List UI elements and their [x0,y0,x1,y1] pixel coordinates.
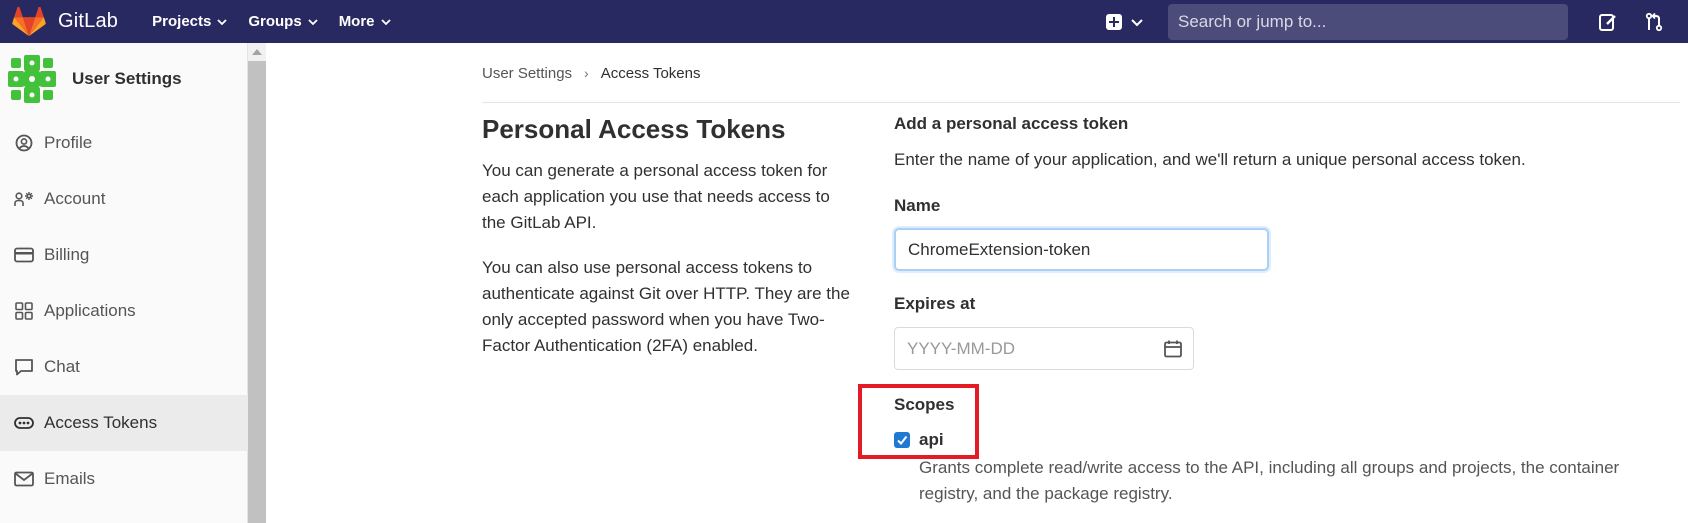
applications-icon [14,301,34,321]
scopes-label: Scopes [894,395,955,414]
calendar-icon[interactable] [1163,339,1183,359]
sidebar-header[interactable]: User Settings [0,43,247,115]
token-name-input[interactable] [894,228,1269,271]
sidebar-item-label: Applications [44,301,136,320]
mail-icon [14,469,34,489]
sidebar-item-account[interactable]: Account [0,171,248,227]
nav-groups-dropdown[interactable]: Groups [238,0,328,43]
expires-at-input[interactable] [895,328,1145,369]
chat-icon [14,357,34,377]
sidebar-item-label: Emails [44,469,96,488]
checkmark-icon [897,435,908,446]
sidebar-item-label: Chat [44,357,80,376]
sidebar-item-emails[interactable]: Emails [0,451,248,507]
top-navbar: GitLab Projects Groups More [0,0,1688,43]
brand-name: GitLab [58,10,119,32]
chevron-down-icon [1131,18,1143,26]
sidebar-item-label: Billing [44,245,90,264]
nav-more-label: More [338,13,375,30]
chevron-down-icon [308,18,318,25]
breadcrumb-parent-link[interactable]: User Settings [482,65,572,82]
new-item-dropdown[interactable] [1094,0,1156,43]
sidebar-item-profile[interactable]: Profile [0,115,248,171]
user-avatar-icon [8,55,56,103]
page-title: Personal Access Tokens [482,114,786,144]
profile-icon [14,133,34,153]
chevron-down-icon [380,18,391,25]
sidebar-item-chat[interactable]: Chat [0,339,248,395]
intro-text: You can generate a personal access token… [482,158,858,359]
header-divider [482,102,1680,103]
sidebar-item-label: Account [44,189,106,208]
sidebar-item-label: Access Tokens [44,413,158,432]
gitlab-home-link[interactable]: GitLab [12,0,118,43]
chevron-down-icon [217,18,227,25]
nav-more-dropdown[interactable]: More [329,0,402,43]
gitlab-logo-icon [12,6,46,36]
api-scope-checkbox[interactable] [894,432,910,448]
expires-at-field [894,327,1194,370]
search-input[interactable] [1168,3,1568,40]
plus-square-icon [1106,13,1122,30]
form-section-title: Add a personal access token [894,114,1129,133]
nav-projects-label: Projects [152,13,212,30]
sidebar-item-applications[interactable]: Applications [0,283,248,339]
scroll-up-arrow-icon[interactable] [248,43,266,61]
breadcrumb-separator-icon: › [584,65,589,81]
api-scope-label[interactable]: api [919,430,944,450]
sidebar-title: User Settings [72,69,182,88]
breadcrumb: User Settings › Access Tokens [482,63,701,83]
merge-request-icon [1645,12,1663,31]
intro-paragraph: You can also use personal access tokens … [482,258,850,355]
nav-projects-dropdown[interactable]: Projects [142,0,238,43]
expires-at-label: Expires at [894,294,976,313]
intro-paragraph: You can generate a personal access token… [482,161,830,232]
api-scope-help-text: Grants complete read/write access to the… [919,458,1620,503]
sidebar-item-label: Profile [44,133,93,152]
form-description: Enter the name of your application, and … [894,150,1526,169]
todos-button[interactable] [1596,10,1620,34]
settings-sidebar: User Settings Profile Account Billing Ap… [0,43,248,523]
sidebar-item-billing[interactable]: Billing [0,227,248,283]
token-icon [14,413,34,433]
todo-icon [1599,13,1616,31]
merge-requests-button[interactable] [1642,10,1666,34]
breadcrumb-current[interactable]: Access Tokens [601,65,701,82]
account-icon [14,189,34,209]
billing-icon [14,245,34,265]
sidebar-scrollbar[interactable] [248,43,266,523]
nav-groups-label: Groups [248,13,302,30]
sidebar-item-access-tokens[interactable]: Access Tokens [0,395,248,451]
name-label: Name [894,196,941,215]
